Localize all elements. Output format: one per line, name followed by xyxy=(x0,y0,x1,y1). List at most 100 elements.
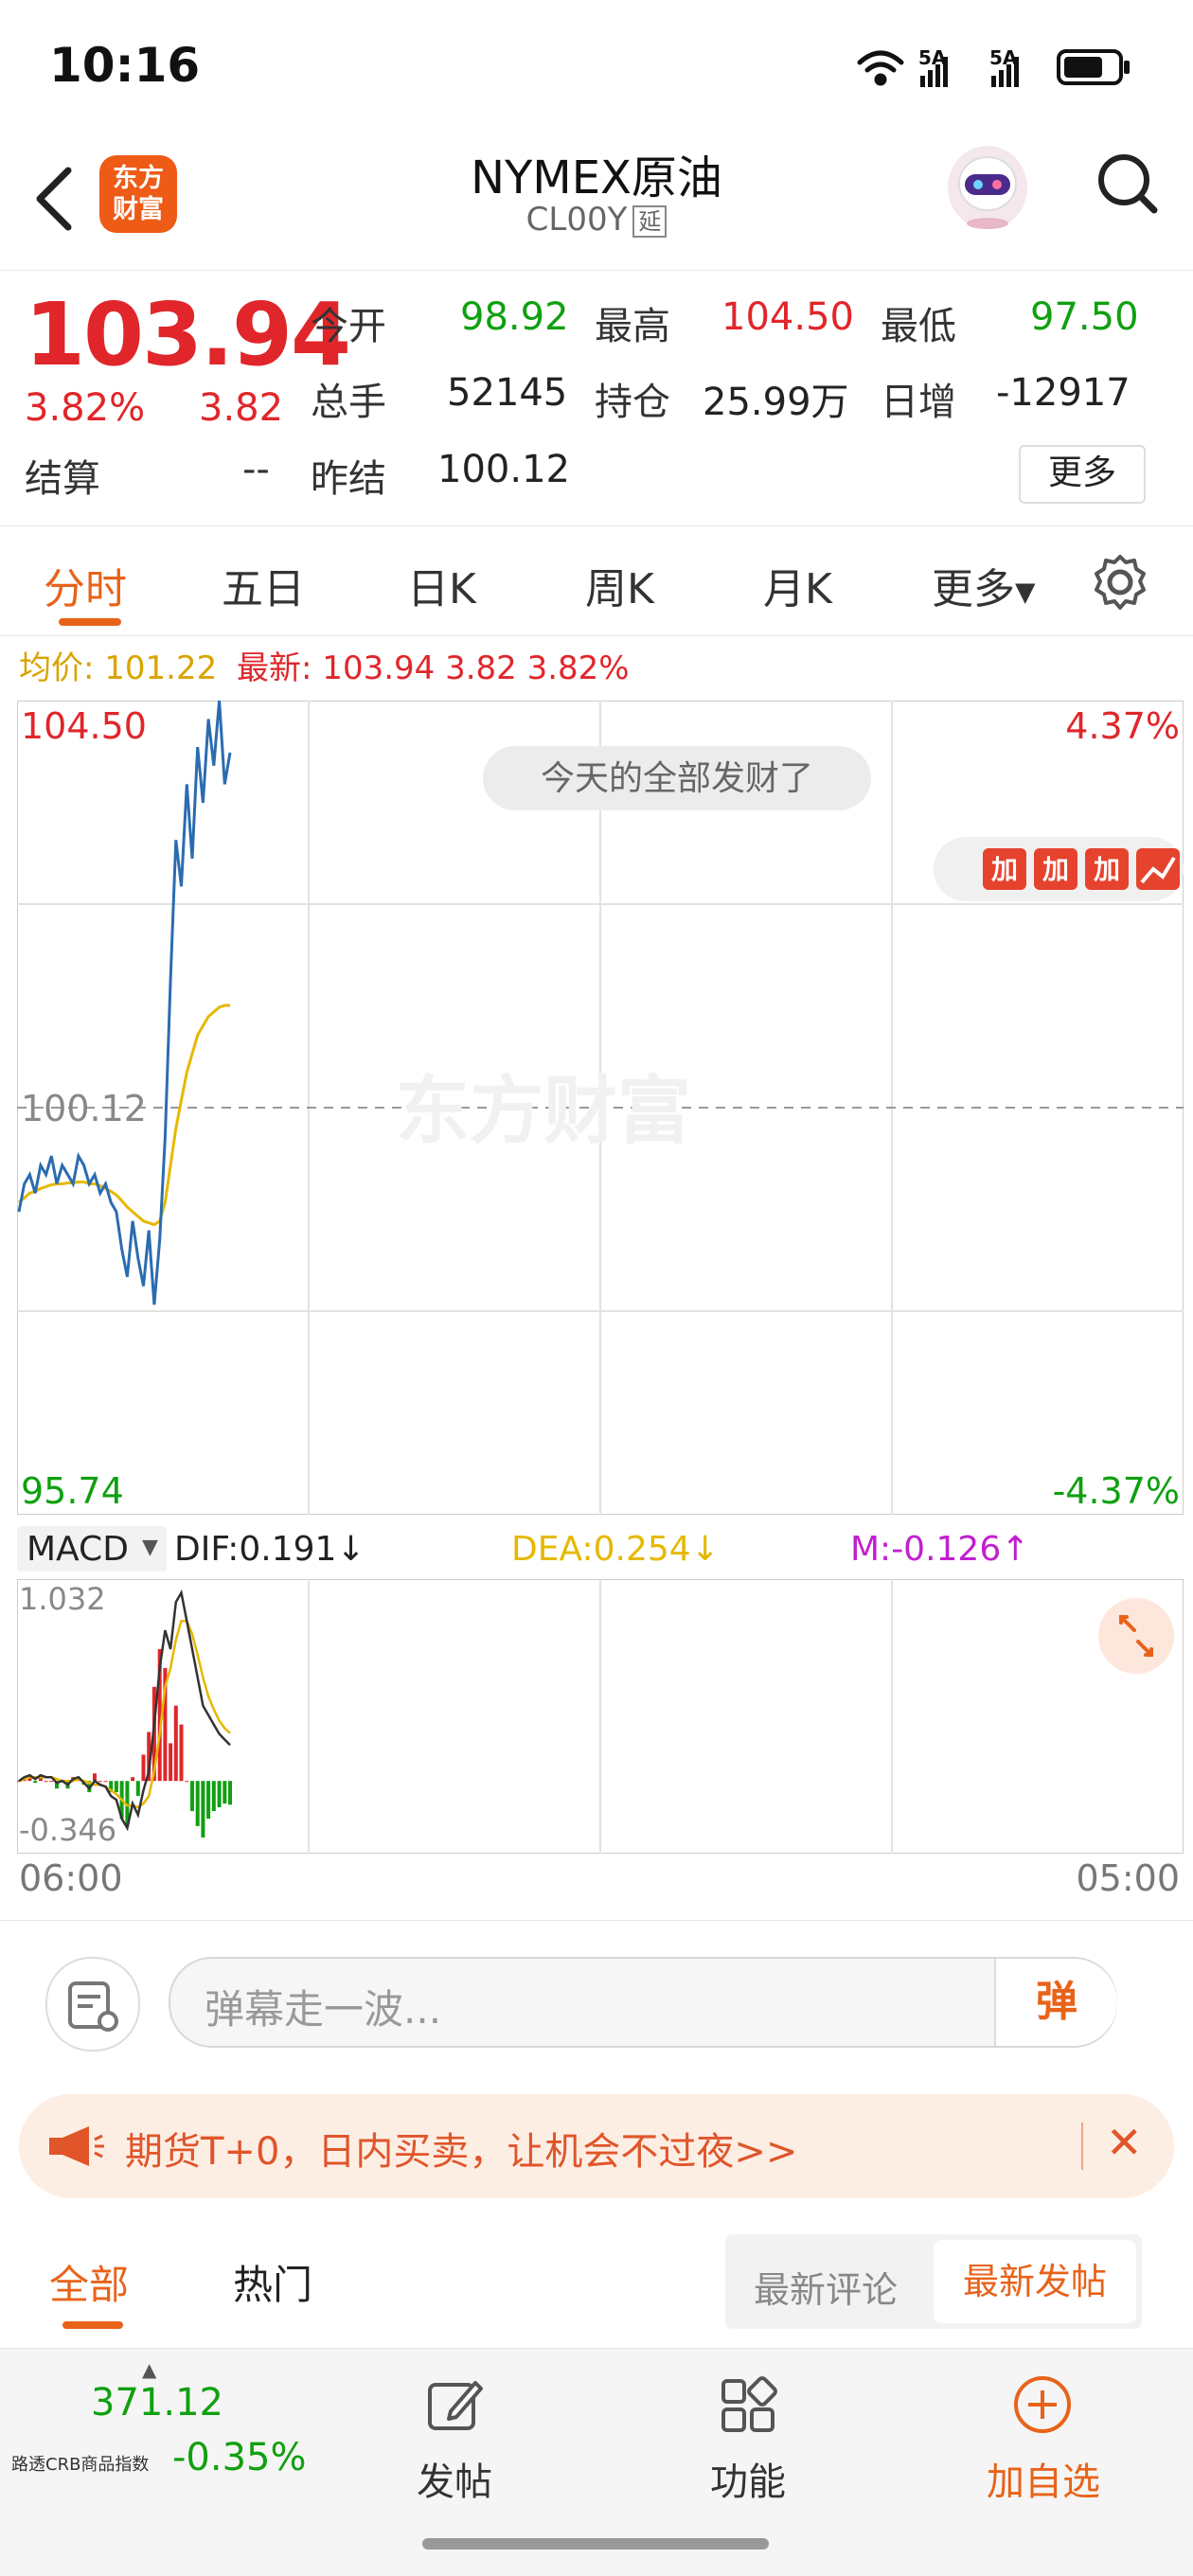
macd-bar xyxy=(98,1781,102,1783)
svg-text:5A: 5A xyxy=(989,46,1018,69)
logo-text-2: 财富 xyxy=(113,195,164,224)
logo-text-1: 东方 xyxy=(113,164,164,193)
macd-bar xyxy=(103,1781,108,1783)
quote-panel: 103.94 3.82% 3.82 结算 -- 今开 98.92 最高 104.… xyxy=(0,275,1193,525)
position-value: 25.99万 xyxy=(703,381,849,424)
sort-latest-comment[interactable]: 最新评论 xyxy=(754,2261,898,2313)
intraday-chart-svg: 东方财富 今天的全部发财了 加 加 加 104.50 100.12 95.74 … xyxy=(16,700,1184,1516)
danmaku-send-button[interactable]: 弹 xyxy=(994,1959,1117,2046)
macd-dea: DEA:0.254↓ xyxy=(511,1530,720,1569)
tab-hot[interactable]: 热门 xyxy=(233,2253,312,2311)
tab-all[interactable]: 全部 xyxy=(49,2253,129,2311)
promo-banner[interactable]: 期货T+0，日内买卖，让机会不过夜>> ✕ xyxy=(19,2094,1174,2198)
signal-icon-2: 5A xyxy=(989,46,1019,87)
low-value: 97.50 xyxy=(1030,295,1139,339)
status-icons: 5A 5A xyxy=(857,46,1130,87)
battery-icon xyxy=(1057,49,1130,85)
banner-text: 期货T+0，日内买卖，让机会不过夜>> xyxy=(125,2130,798,2174)
svg-text:加: 加 xyxy=(1094,854,1120,885)
instrument-code: CL00Y 延 xyxy=(360,201,833,239)
tab-five-day[interactable]: 五日 xyxy=(222,555,305,615)
change-value: 3.82 xyxy=(199,386,284,430)
page-title: NYMEX原油 xyxy=(471,151,722,204)
index-name: 路透CRB商品指数 xyxy=(11,2455,150,2475)
y-top-label: 104.50 xyxy=(21,705,147,747)
macd-bar xyxy=(179,1724,184,1782)
add-watchlist-button[interactable]: 加自选 xyxy=(966,2349,1127,2529)
more-button[interactable]: 更多 xyxy=(1019,445,1146,504)
grid-icon xyxy=(721,2376,777,2432)
robot-assistant-icon[interactable] xyxy=(942,140,1032,235)
macd-bar xyxy=(195,1781,200,1826)
daily-inc-label: 日增 xyxy=(881,381,956,424)
macd-bar xyxy=(228,1781,232,1805)
position-label: 持仓 xyxy=(595,381,670,424)
settle-label: 结算 xyxy=(25,457,100,501)
volume-value: 52145 xyxy=(447,371,568,415)
settle-value: -- xyxy=(242,448,270,491)
danmaku-settings-icon[interactable] xyxy=(45,1957,140,2052)
macd-chart[interactable]: 1.032 -0.346 xyxy=(16,1578,1184,1855)
macd-bottom-label: -0.346 xyxy=(19,1812,116,1848)
bottom-bar: ▲ 371.12 路透CRB商品指数 -0.35% 发帖 功能 加自选 xyxy=(0,2348,1193,2576)
plus-circle-icon xyxy=(1014,2376,1071,2433)
intraday-chart[interactable]: 东方财富 今天的全部发财了 加 加 加 104.50 100.12 95.74 … xyxy=(16,700,1184,1516)
macd-bar xyxy=(173,1705,178,1782)
tab-more[interactable]: 更多▼ xyxy=(932,555,1036,615)
prev-settle-label: 昨结 xyxy=(311,457,386,501)
add-badge-1: 加 xyxy=(983,848,1026,890)
bubble-text: 今天的全部发财了 xyxy=(541,759,813,798)
tab-more-label: 更多 xyxy=(932,565,1015,613)
active-discussion-indicator xyxy=(62,2321,123,2329)
low-label: 最低 xyxy=(881,305,956,348)
active-tab-indicator xyxy=(59,618,121,626)
megaphone-icon xyxy=(49,2126,104,2166)
macd-bar xyxy=(131,1777,135,1782)
clock-time: 10:16 xyxy=(49,38,201,93)
danmaku-input[interactable]: 弹幕走一波... 弹 xyxy=(169,1957,1117,2048)
close-icon[interactable]: ✕ xyxy=(1106,2117,1143,2168)
price-series xyxy=(17,700,232,1306)
add-buttons-pill: 加 加 加 xyxy=(934,837,1184,901)
tab-monthly-k[interactable]: 月K xyxy=(763,555,832,615)
back-arrow-icon[interactable] xyxy=(27,161,83,237)
macd-top-label: 1.032 xyxy=(19,1581,106,1617)
danmaku-send-label: 弹 xyxy=(1036,1978,1077,2026)
open-label: 今开 xyxy=(311,305,386,348)
pct-bottom-label: -4.37% xyxy=(1053,1470,1180,1512)
macd-bar xyxy=(185,1781,189,1783)
tab-daily-k[interactable]: 日K xyxy=(407,555,476,615)
expand-icon xyxy=(1098,1598,1174,1674)
sort-latest-post-label: 最新发帖 xyxy=(962,2261,1107,2302)
announcement-bubble: 今天的全部发财了 xyxy=(483,746,871,810)
macd-bar xyxy=(223,1781,227,1804)
macd-indicator-select[interactable]: MACD ▼ xyxy=(17,1526,167,1572)
high-label: 最高 xyxy=(595,305,670,348)
macd-bar xyxy=(33,1781,38,1784)
svg-text:5A: 5A xyxy=(918,46,947,69)
post-label: 发帖 xyxy=(417,2461,492,2504)
sort-latest-post[interactable]: 最新发帖 xyxy=(934,2240,1136,2323)
macd-bar xyxy=(201,1781,205,1838)
dropdown-icon: ▼ xyxy=(1015,576,1036,608)
search-icon[interactable] xyxy=(1094,148,1160,223)
avg-price-label: 均价: 101.22 xyxy=(19,649,218,687)
app-logo[interactable]: 东方 财富 xyxy=(99,155,177,233)
post-button[interactable]: 发帖 xyxy=(398,2349,511,2529)
macd-legend: MACD ▼ DIF:0.191↓ DEA:0.254↓ M:-0.126↑ xyxy=(17,1522,1184,1579)
tab-intraday[interactable]: 分时 xyxy=(44,555,127,615)
add-watchlist-label: 加自选 xyxy=(987,2461,1100,2504)
trend-up-icon xyxy=(1136,848,1180,890)
function-button[interactable]: 功能 xyxy=(691,2349,805,2529)
gear-icon[interactable] xyxy=(1091,553,1149,612)
time-end-label: 05:00 xyxy=(1076,1857,1180,1899)
time-axis: 06:00 05:00 xyxy=(17,1857,1184,1905)
header: 东方 财富 NYMEX原油 CL00Y 延 xyxy=(0,133,1193,271)
macd-bar xyxy=(206,1781,211,1819)
chart-period-tabs: 分时 五日 日K 周K 月K 更多▼ xyxy=(0,525,1193,636)
macd-chart-svg: 1.032 -0.346 xyxy=(16,1578,1184,1855)
tab-weekly-k[interactable]: 周K xyxy=(585,555,654,615)
index-ticker[interactable]: 371.12 路透CRB商品指数 -0.35% xyxy=(0,2349,307,2529)
macd-m: M:-0.126↑ xyxy=(850,1530,1030,1569)
macd-label: MACD xyxy=(27,1530,129,1569)
